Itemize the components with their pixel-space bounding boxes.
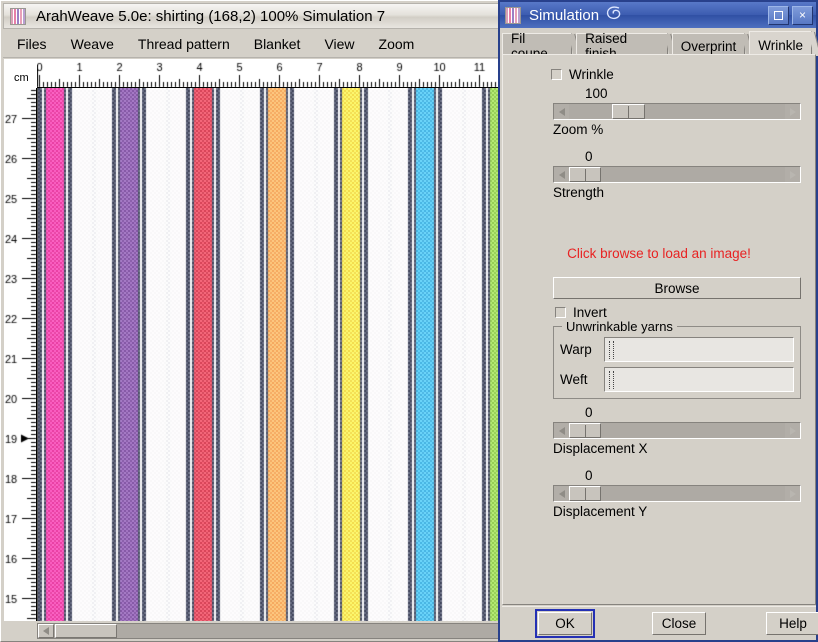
left-arrow-icon[interactable]	[554, 486, 569, 501]
displacement-x-value: 0	[585, 405, 593, 420]
menu-item-blanket[interactable]: Blanket	[244, 33, 311, 55]
warp-label: Warp	[560, 342, 592, 357]
displacement-x-slider-block: 0 Displacement X	[503, 405, 815, 456]
invert-checkbox-label: Invert	[573, 305, 607, 320]
left-arrow-icon[interactable]	[554, 104, 569, 119]
tab-raised-finish[interactable]: Raised finish	[576, 31, 677, 61]
ruler-unit-text: cm	[14, 72, 29, 84]
unwrinkable-yarns-group: Unwrinkable yarns Warp Weft	[553, 319, 801, 399]
maximize-button[interactable]	[768, 5, 789, 25]
warp-field-row: Warp	[560, 337, 794, 362]
ok-button[interactable]: OK	[535, 609, 595, 638]
load-image-hint: Click browse to load an image!	[567, 246, 751, 261]
simulation-tabstrip: Fil coupe Raised finish Overprint Wrinkl…	[502, 30, 818, 61]
help-button[interactable]: Help	[766, 612, 818, 635]
stripes-icon	[505, 6, 521, 24]
tab-fil-coupe[interactable]: Fil coupe	[502, 31, 581, 61]
scrollbar-thumb[interactable]	[55, 624, 117, 638]
right-arrow-icon[interactable]	[785, 104, 800, 119]
weft-field-row: Weft	[560, 367, 794, 392]
slider-track[interactable]	[569, 167, 785, 182]
close-button[interactable]: Close	[652, 612, 706, 635]
invert-checkbox[interactable]	[555, 307, 566, 318]
simulation-dialog: Simulation × Fil coupe Raised finish	[498, 0, 818, 642]
simulation-panel-body: Wrinkle 100 Zoom % 0 Strength Click brow…	[502, 54, 816, 605]
slider-thumb	[569, 486, 602, 501]
vertical-ruler	[4, 88, 37, 621]
right-arrow-icon[interactable]	[785, 167, 800, 182]
displacement-x-slider[interactable]	[553, 422, 801, 439]
text-caret	[609, 341, 614, 359]
swirl-icon	[605, 4, 623, 27]
dialog-button-bar: OK Close Help	[502, 606, 818, 640]
browse-button[interactable]: Browse	[553, 277, 801, 299]
warp-input[interactable]	[604, 337, 794, 362]
zoom-percent-value: 100	[585, 86, 608, 101]
displacement-y-label: Displacement Y	[553, 504, 648, 519]
simulation-titlebar: Simulation ×	[500, 2, 816, 28]
strength-slider[interactable]	[553, 166, 801, 183]
right-arrow-icon[interactable]	[785, 423, 800, 438]
left-arrow-icon[interactable]	[38, 624, 54, 638]
tab-label: Wrinkle	[758, 37, 803, 53]
displacement-y-slider[interactable]	[553, 485, 801, 502]
close-button-label: Close	[661, 616, 697, 631]
text-caret	[609, 371, 614, 389]
stripes-icon	[10, 7, 26, 25]
window-title: ArahWeave 5.0e: shirting (168,2) 100% Si…	[36, 7, 386, 25]
wrinkle-checkbox-row[interactable]: Wrinkle	[551, 67, 815, 82]
displacement-y-value: 0	[585, 468, 593, 483]
slider-thumb	[612, 104, 645, 119]
ok-button-label: OK	[555, 616, 575, 631]
maximize-icon	[774, 10, 783, 20]
weft-input[interactable]	[604, 367, 794, 392]
slider-track[interactable]	[569, 104, 785, 119]
menu-item-zoom[interactable]: Zoom	[369, 33, 425, 55]
slider-thumb	[569, 167, 602, 182]
zoom-percent-label: Zoom %	[553, 122, 604, 137]
strength-value: 0	[585, 149, 593, 164]
tab-wrinkle[interactable]: Wrinkle	[749, 31, 818, 56]
left-arrow-icon[interactable]	[554, 167, 569, 182]
close-button[interactable]: ×	[792, 5, 813, 25]
strength-slider-block: 0 Strength	[503, 149, 815, 200]
wrinkle-checkbox[interactable]	[551, 69, 562, 80]
menu-item-files[interactable]: Files	[7, 33, 57, 55]
menu-item-thread-pattern[interactable]: Thread pattern	[128, 33, 240, 55]
zoom-percent-slider[interactable]	[553, 103, 801, 120]
displacement-y-slider-block: 0 Displacement Y	[503, 468, 815, 519]
zoom-percent-slider-block: 100 Zoom %	[503, 86, 815, 137]
menu-item-view[interactable]: View	[314, 33, 364, 55]
invert-checkbox-row[interactable]: Invert	[555, 305, 815, 320]
strength-label: Strength	[553, 185, 605, 200]
right-arrow-icon[interactable]	[785, 486, 800, 501]
unwrinkable-yarns-title: Unwrinkable yarns	[562, 319, 677, 334]
left-arrow-icon[interactable]	[554, 423, 569, 438]
displacement-x-label: Displacement X	[553, 441, 648, 456]
dialog-title: Simulation	[529, 6, 600, 24]
slider-track[interactable]	[569, 486, 785, 501]
tab-overprint[interactable]: Overprint	[671, 33, 754, 56]
slider-thumb	[569, 423, 602, 438]
slider-track[interactable]	[569, 423, 785, 438]
tab-label: Overprint	[680, 38, 737, 54]
ruler-unit-label: cm	[4, 59, 37, 88]
close-icon: ×	[798, 8, 806, 22]
weft-label: Weft	[560, 372, 588, 387]
browse-button-label: Browse	[654, 280, 700, 296]
wrinkle-checkbox-label: Wrinkle	[569, 67, 614, 82]
menu-item-weave[interactable]: Weave	[61, 33, 124, 55]
help-button-label: Help	[779, 616, 807, 631]
